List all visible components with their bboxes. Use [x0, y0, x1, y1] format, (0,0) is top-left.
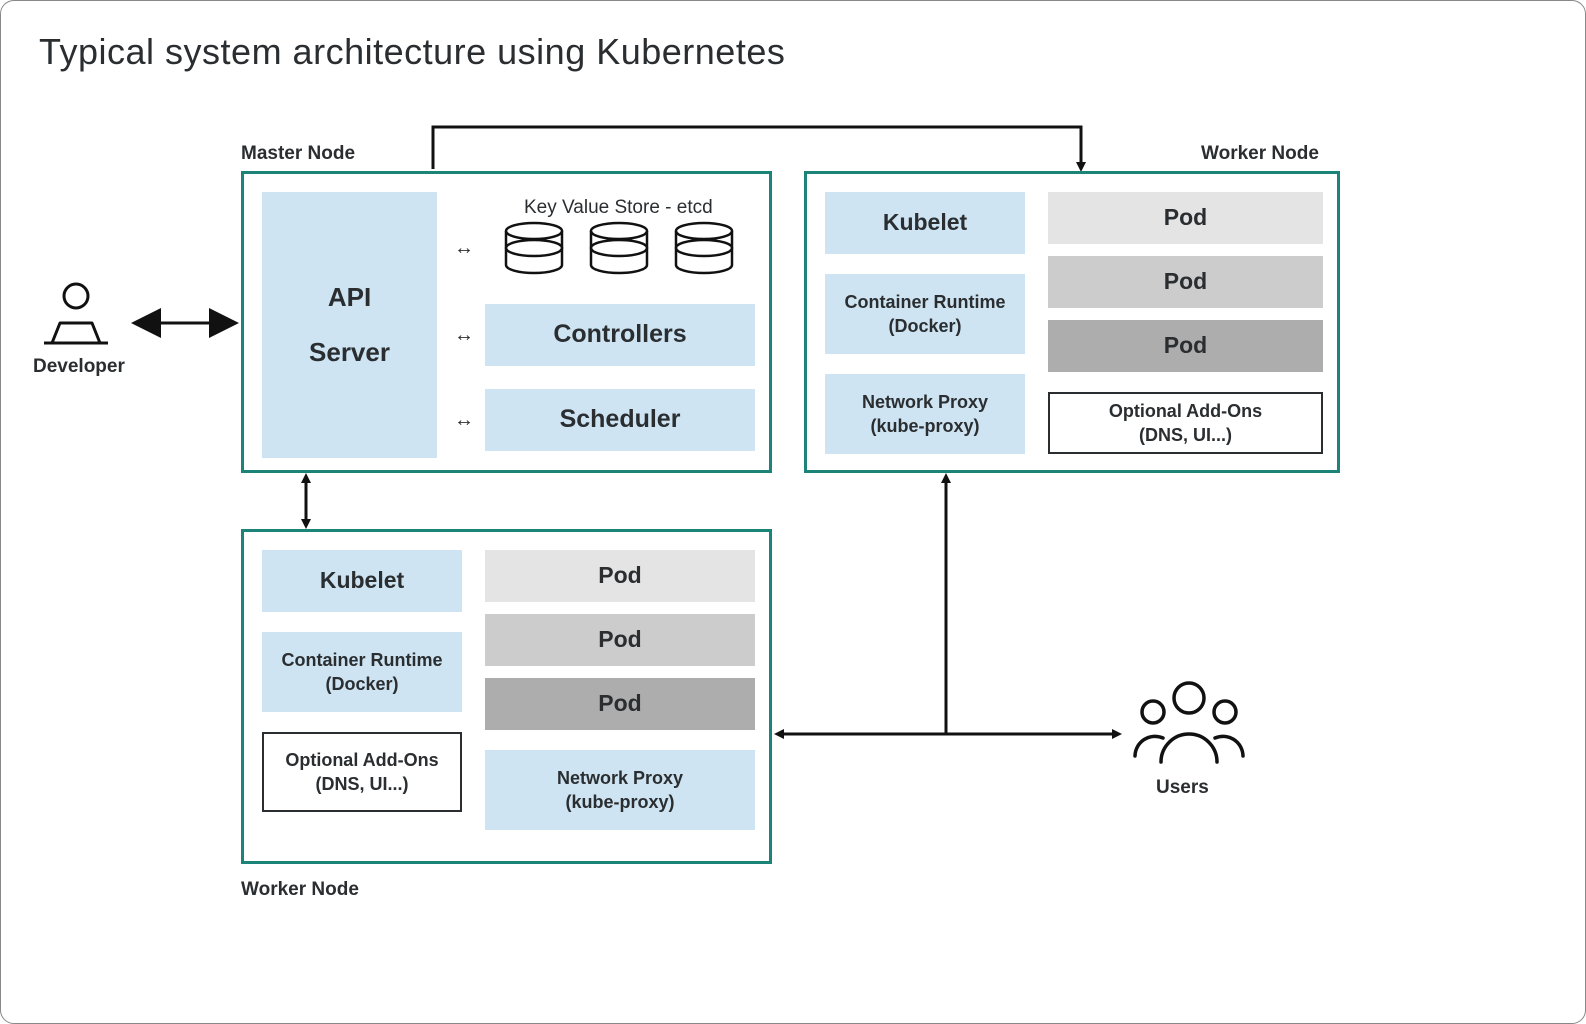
- addons-text-2: (DNS, UI...): [1139, 423, 1232, 447]
- container-runtime-box: Container Runtime (Docker): [825, 274, 1025, 354]
- arrow-master-worker-right: [431, 119, 1091, 174]
- addons-text-1: Optional Add-Ons: [285, 748, 438, 772]
- addons-box: Optional Add-Ons (DNS, UI...): [262, 732, 462, 812]
- network-proxy-text-1: Network Proxy: [557, 766, 683, 790]
- arrow-worker1-users: [773, 724, 1123, 744]
- pod-box: Pod: [1048, 192, 1323, 244]
- users-icon: [1129, 676, 1249, 776]
- etcd-label: Key Value Store - etcd: [524, 195, 713, 221]
- pod-box: Pod: [1048, 320, 1323, 372]
- bidir-arrow-icon: ↔: [454, 324, 474, 347]
- container-runtime-text-2: (Docker): [325, 672, 398, 696]
- bidir-arrow-icon: ↔: [454, 409, 474, 432]
- network-proxy-text-2: (kube-proxy): [565, 790, 674, 814]
- worker-node-2: Kubelet Container Runtime (Docker) Netwo…: [804, 171, 1340, 473]
- worker-node-1-label: Worker Node: [241, 879, 359, 901]
- developer-icon: [36, 281, 116, 356]
- container-runtime-text-1: Container Runtime: [281, 648, 442, 672]
- container-runtime-box: Container Runtime (Docker): [262, 632, 462, 712]
- master-node-label: Master Node: [241, 143, 355, 165]
- diagram-title: Typical system architecture using Kubern…: [39, 31, 785, 73]
- network-proxy-box: Network Proxy (kube-proxy): [485, 750, 755, 830]
- users-label: Users: [1156, 777, 1209, 799]
- worker-node-2-label: Worker Node: [1201, 143, 1319, 165]
- api-server-text-2: Server: [309, 335, 390, 370]
- network-proxy-text-2: (kube-proxy): [870, 414, 979, 438]
- network-proxy-box: Network Proxy (kube-proxy): [825, 374, 1025, 454]
- bidir-arrow-icon: ↔: [454, 237, 474, 260]
- api-server-text-1: API: [328, 280, 371, 315]
- controllers-box: Controllers: [485, 304, 755, 366]
- etcd-cylinders-icon: [496, 218, 746, 293]
- arrow-master-worker-down: [296, 473, 316, 529]
- container-runtime-text-2: (Docker): [888, 314, 961, 338]
- container-runtime-text-1: Container Runtime: [844, 290, 1005, 314]
- kubelet-box: Kubelet: [825, 192, 1025, 254]
- pod-box: Pod: [1048, 256, 1323, 308]
- api-server-box: API Server: [262, 192, 437, 458]
- addons-text-1: Optional Add-Ons: [1109, 399, 1262, 423]
- pod-box: Pod: [485, 678, 755, 730]
- developer-label: Developer: [33, 356, 125, 378]
- master-node: API Server Key Value Store - etcd: [241, 171, 772, 473]
- pod-box: Pod: [485, 550, 755, 602]
- arrow-developer-master: [129, 313, 241, 333]
- kubelet-box: Kubelet: [262, 550, 462, 612]
- diagram-frame: Typical system architecture using Kubern…: [0, 0, 1586, 1024]
- pod-box: Pod: [485, 614, 755, 666]
- arrow-worker2-down: [936, 473, 956, 738]
- addons-box: Optional Add-Ons (DNS, UI...): [1048, 392, 1323, 454]
- network-proxy-text-1: Network Proxy: [862, 390, 988, 414]
- addons-text-2: (DNS, UI...): [316, 772, 409, 796]
- worker-node-1: Kubelet Container Runtime (Docker) Optio…: [241, 529, 772, 864]
- scheduler-box: Scheduler: [485, 389, 755, 451]
